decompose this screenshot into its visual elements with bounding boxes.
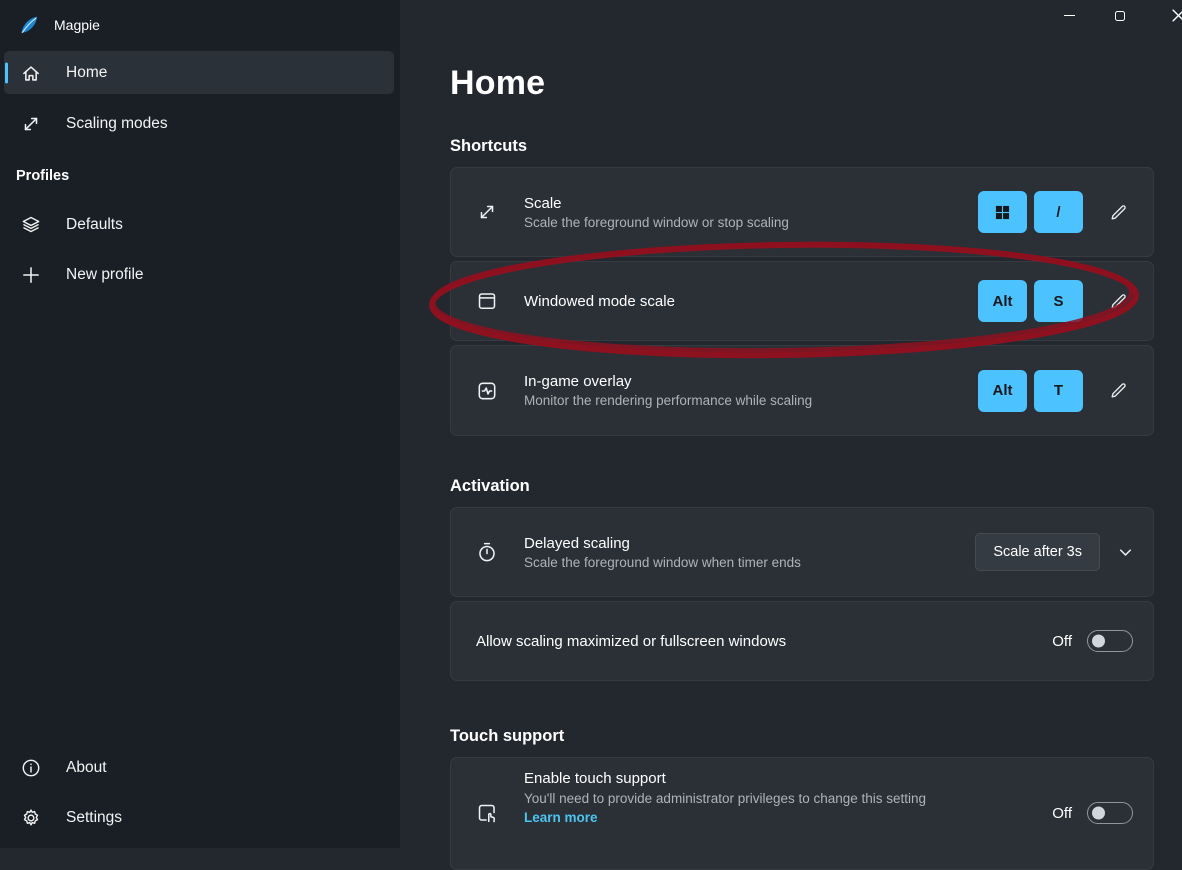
pencil-icon — [1108, 202, 1129, 223]
activation-section-header: Activation — [450, 477, 530, 496]
sidebar-item-label: Scaling modes — [66, 115, 168, 133]
edit-shortcut-button[interactable] — [1103, 376, 1133, 406]
gear-icon — [20, 807, 42, 829]
learn-more-link[interactable]: Learn more — [524, 810, 598, 825]
page-title: Home — [450, 64, 545, 103]
row-subtitle: Scale the foreground window or stop scal… — [524, 215, 978, 230]
sidebar-item-defaults[interactable]: Defaults — [4, 203, 394, 246]
toggle-knob — [1092, 807, 1105, 820]
allow-fullscreen-scaling-row: Allow scaling maximized or fullscreen wi… — [450, 601, 1154, 681]
enable-touch-support-row: Enable touch support You'll need to prov… — [450, 757, 1154, 870]
edit-shortcut-button[interactable] — [1103, 286, 1133, 316]
chevron-down-icon[interactable] — [1118, 545, 1133, 560]
sidebar-item-home[interactable]: Home — [4, 51, 394, 94]
edit-shortcut-button[interactable] — [1103, 197, 1133, 227]
close-icon — [1172, 9, 1182, 22]
minimize-icon — [1064, 15, 1075, 16]
delay-dropdown-button[interactable]: Scale after 3s — [975, 533, 1100, 571]
sidebar-item-about[interactable]: About — [4, 746, 394, 789]
pencil-icon — [1108, 291, 1129, 312]
app-title: Magpie — [54, 17, 100, 33]
alt-key-badge: Alt — [978, 370, 1027, 412]
home-icon — [20, 62, 42, 84]
shortcut-row-in-game-overlay: In-game overlay Monitor the rendering pe… — [450, 345, 1154, 436]
allow-fullscreen-toggle[interactable] — [1087, 630, 1133, 652]
row-subtitle: You'll need to provide administrator pri… — [524, 791, 1052, 806]
toggle-state-label: Off — [1052, 633, 1072, 650]
sidebar-item-label: New profile — [66, 266, 144, 284]
sidebar: Magpie Home Scaling modes Profiles — [0, 0, 400, 848]
close-button[interactable] — [1155, 0, 1182, 31]
minimize-button[interactable] — [1046, 0, 1092, 31]
sidebar-item-settings[interactable]: Settings — [4, 796, 394, 839]
shortcut-row-windowed-mode-scale: Windowed mode scale Alt S — [450, 261, 1154, 341]
sidebar-item-label: Home — [66, 64, 107, 82]
alt-key-badge: Alt — [978, 280, 1027, 322]
app-logo-row: Magpie — [17, 12, 100, 38]
maximize-icon — [1115, 11, 1125, 21]
toggle-knob — [1092, 635, 1105, 648]
sidebar-item-scaling-modes[interactable]: Scaling modes — [4, 102, 394, 145]
row-subtitle: Monitor the rendering performance while … — [524, 393, 978, 408]
sidebar-item-label: Settings — [66, 809, 122, 827]
slash-key-badge: / — [1034, 191, 1083, 233]
performance-overlay-icon — [476, 380, 498, 402]
touch-icon — [476, 802, 498, 824]
sidebar-item-new-profile[interactable]: New profile — [4, 253, 394, 296]
sidebar-item-label: Defaults — [66, 216, 123, 234]
windows-logo-icon — [995, 205, 1010, 220]
enable-touch-toggle[interactable] — [1087, 802, 1133, 824]
timer-icon — [476, 541, 498, 563]
row-subtitle: Scale the foreground window when timer e… — [524, 555, 975, 570]
scale-icon — [476, 201, 498, 223]
row-title: Delayed scaling — [524, 535, 975, 552]
selected-indicator — [5, 62, 8, 83]
window-icon — [476, 290, 498, 312]
magpie-feather-logo-icon — [17, 14, 40, 37]
row-title: Windowed mode scale — [524, 293, 978, 310]
plus-icon — [20, 264, 42, 286]
info-icon — [20, 757, 42, 779]
windows-key-badge — [978, 191, 1027, 233]
row-title: In-game overlay — [524, 373, 978, 390]
shortcuts-section-header: Shortcuts — [450, 137, 527, 156]
shortcut-row-scale: Scale Scale the foreground window or sto… — [450, 167, 1154, 257]
layers-icon — [20, 214, 42, 236]
toggle-state-label: Off — [1052, 805, 1072, 822]
resize-icon — [20, 113, 42, 135]
delayed-scaling-row: Delayed scaling Scale the foreground win… — [450, 507, 1154, 597]
row-title: Allow scaling maximized or fullscreen wi… — [476, 633, 1052, 650]
s-key-badge: S — [1034, 280, 1083, 322]
row-title: Enable touch support — [524, 770, 1052, 787]
row-title: Scale — [524, 195, 978, 212]
t-key-badge: T — [1034, 370, 1083, 412]
profiles-section-header: Profiles — [16, 168, 69, 184]
touch-support-section-header: Touch support — [450, 727, 564, 746]
sidebar-item-label: About — [66, 759, 107, 777]
maximize-button[interactable] — [1097, 0, 1143, 31]
pencil-icon — [1108, 380, 1129, 401]
